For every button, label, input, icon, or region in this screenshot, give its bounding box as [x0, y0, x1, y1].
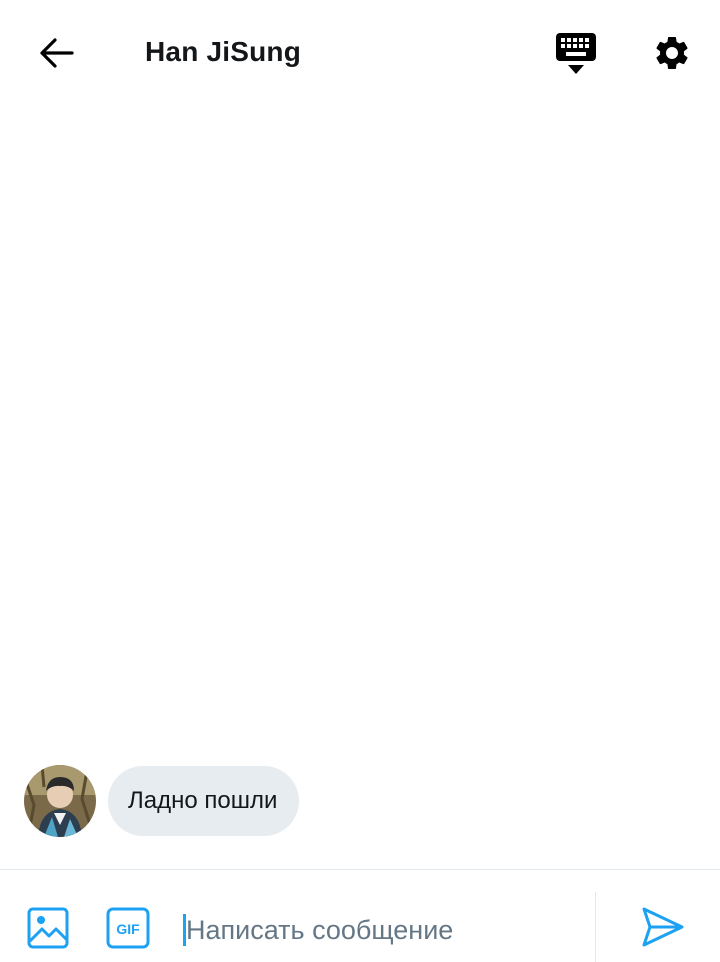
keyboard-hide-icon [556, 33, 596, 74]
gif-icon: GIF [106, 907, 150, 949]
send-icon [642, 907, 684, 947]
image-icon [27, 907, 69, 949]
add-gif-button[interactable]: GIF [104, 904, 152, 952]
message-text: Ладно пошли [128, 787, 278, 814]
gif-label: GIF [116, 921, 140, 937]
back-button[interactable] [30, 30, 82, 76]
gear-icon [656, 36, 688, 69]
send-button[interactable] [638, 902, 688, 952]
add-image-button[interactable] [24, 904, 72, 952]
composer-divider [595, 892, 596, 962]
message-bubble[interactable]: Ладно пошли [108, 766, 300, 836]
message-input[interactable] [182, 910, 582, 950]
avatar-photo [24, 765, 96, 837]
message-received: Ладно пошли [24, 765, 300, 837]
avatar[interactable] [24, 765, 96, 837]
message-input-wrap [182, 910, 582, 950]
conversation-header: Han JiSung [0, 0, 720, 106]
dm-conversation-screen: Han JiSung Ладно пошли GIF Написать сооб… [0, 0, 720, 962]
text-caret [183, 914, 186, 946]
conversation-title: Han JiSung [145, 36, 302, 67]
settings-button[interactable] [648, 28, 696, 78]
message-composer: GIF [0, 869, 720, 962]
arrow-left-icon [40, 38, 74, 68]
hide-keyboard-button[interactable] [552, 30, 600, 78]
